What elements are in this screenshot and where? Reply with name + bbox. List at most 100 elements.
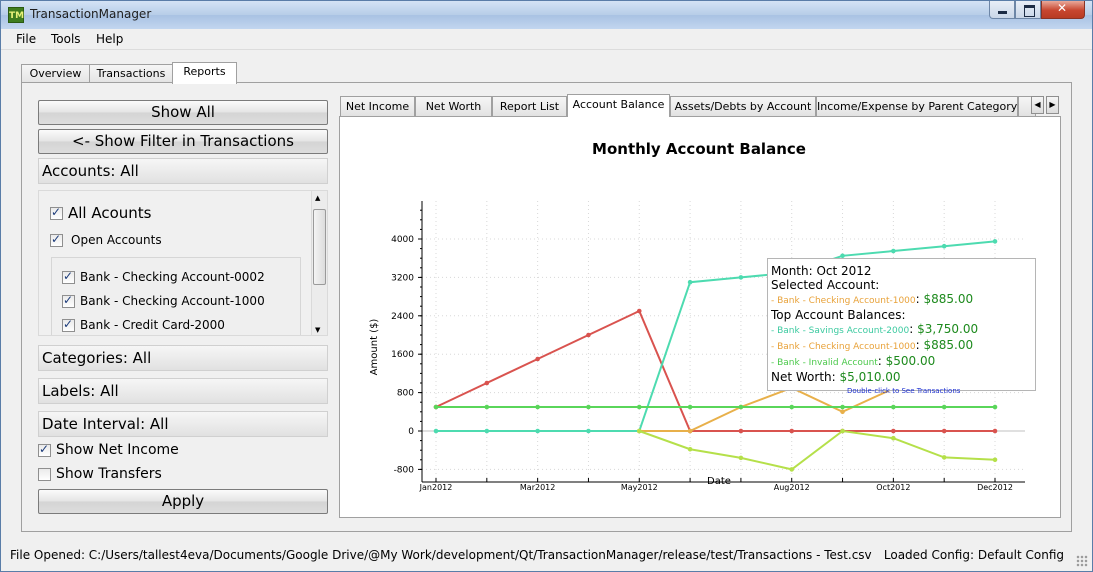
- all-accounts-checkbox[interactable]: [50, 205, 63, 220]
- data-point[interactable]: [941, 404, 947, 410]
- data-point[interactable]: [636, 428, 642, 434]
- y-tick-label: 2400: [391, 312, 414, 322]
- tab-report-list[interactable]: Report List: [492, 96, 567, 116]
- y-tick-label: 1600: [391, 350, 414, 360]
- data-point[interactable]: [586, 332, 591, 338]
- data-point[interactable]: [535, 404, 540, 410]
- data-point[interactable]: [636, 404, 642, 410]
- apply-button[interactable]: Apply: [38, 489, 328, 514]
- tab-reports[interactable]: Reports: [172, 62, 237, 84]
- tab-income-expense[interactable]: Income/Expense by Parent Category: [816, 96, 1018, 116]
- show-net-income-label: Show Net Income: [56, 442, 179, 458]
- tab-account-balance[interactable]: Account Balance: [567, 94, 670, 117]
- data-point[interactable]: [789, 404, 795, 410]
- account-sublist: Bank - Checking Account-0002 Bank - Chec…: [51, 257, 301, 335]
- data-point[interactable]: [789, 428, 795, 434]
- data-point[interactable]: [891, 428, 896, 434]
- title-bar[interactable]: TM TransactionManager: [1, 1, 1092, 29]
- tooltip-net-worth-label: Net Worth:: [771, 370, 840, 384]
- data-point[interactable]: [992, 404, 998, 410]
- data-point[interactable]: [840, 428, 845, 434]
- data-point[interactable]: [586, 428, 591, 434]
- tab-assets-debts[interactable]: Assets/Debts by Account: [670, 96, 816, 116]
- account-checkbox[interactable]: [62, 269, 75, 284]
- show-filter-button[interactable]: <- Show Filter in Transactions: [38, 129, 328, 154]
- data-point[interactable]: [738, 404, 744, 410]
- open-accounts-checkbox[interactable]: [50, 232, 63, 247]
- data-point[interactable]: [687, 428, 693, 434]
- data-point[interactable]: [992, 239, 998, 244]
- maximize-button[interactable]: [1015, 1, 1041, 19]
- date-interval-section-header[interactable]: Date Interval: All: [38, 411, 328, 437]
- data-point[interactable]: [535, 356, 540, 362]
- menu-tools[interactable]: Tools: [51, 32, 81, 46]
- data-point[interactable]: [687, 279, 693, 285]
- show-all-button[interactable]: Show All: [38, 100, 328, 125]
- tooltip-selected-value: $885.00: [923, 292, 974, 306]
- menu-help[interactable]: Help: [96, 32, 123, 46]
- account-item-label: Bank - Checking Account-1000: [80, 294, 265, 308]
- series-line[interactable]: [638, 429, 996, 471]
- accounts-scrollbar[interactable]: ▲ ▼: [311, 191, 327, 335]
- close-button[interactable]: [1041, 1, 1085, 19]
- tab-transactions[interactable]: Transactions: [89, 64, 173, 83]
- chart-tooltip: Month: Oct 2012 Selected Account: - Bank…: [767, 258, 1036, 395]
- tab-net-worth[interactable]: Net Worth: [415, 96, 492, 116]
- tab-net-income[interactable]: Net Income: [340, 96, 415, 116]
- data-point[interactable]: [484, 428, 490, 434]
- data-point[interactable]: [891, 404, 896, 410]
- menu-file[interactable]: File: [16, 32, 36, 46]
- y-tick-label: 3200: [391, 273, 414, 283]
- data-point[interactable]: [840, 409, 845, 415]
- data-point[interactable]: [433, 404, 439, 410]
- data-point[interactable]: [891, 248, 896, 254]
- data-point[interactable]: [535, 428, 540, 434]
- data-point[interactable]: [687, 446, 693, 452]
- account-checkbox[interactable]: [62, 317, 75, 332]
- data-point[interactable]: [738, 455, 744, 461]
- resize-grip-icon[interactable]: [1076, 555, 1088, 567]
- data-point[interactable]: [891, 435, 896, 441]
- data-point[interactable]: [941, 455, 947, 460]
- scroll-down-icon[interactable]: ▼: [315, 326, 320, 334]
- data-point[interactable]: [586, 404, 591, 410]
- accounts-list[interactable]: All Acounts Open Accounts Bank - Checkin…: [38, 190, 328, 336]
- data-point[interactable]: [636, 308, 642, 314]
- scroll-thumb[interactable]: [313, 209, 326, 285]
- chart-area[interactable]: Monthly Account Balance -800 0 800 1600 2400…: [339, 116, 1061, 518]
- categories-section-header[interactable]: Categories: All: [38, 345, 328, 371]
- data-point[interactable]: [687, 404, 693, 410]
- chart-title: Monthly Account Balance: [592, 140, 806, 158]
- show-transfers-checkbox[interactable]: [38, 468, 51, 481]
- data-point[interactable]: [941, 428, 947, 434]
- account-item-label: Bank - Credit Card-2000: [80, 318, 225, 332]
- data-point[interactable]: [941, 243, 947, 249]
- y-tick-label: 0: [408, 427, 414, 437]
- account-checkbox[interactable]: [62, 293, 75, 308]
- scroll-up-icon[interactable]: ▲: [315, 194, 320, 202]
- data-point[interactable]: [738, 275, 744, 280]
- tab-scroll-left-icon[interactable]: ◀: [1031, 96, 1044, 114]
- data-point[interactable]: [738, 428, 744, 434]
- data-point[interactable]: [433, 428, 439, 434]
- show-net-income-checkbox[interactable]: [38, 442, 51, 457]
- data-point[interactable]: [484, 380, 490, 386]
- tooltip-top-account: - Bank - Invalid Account: [771, 358, 878, 368]
- labels-section-header[interactable]: Labels: All: [38, 378, 328, 404]
- tab-scroll-right-icon[interactable]: ▶: [1046, 96, 1059, 114]
- data-point[interactable]: [484, 404, 490, 410]
- data-point[interactable]: [789, 467, 795, 472]
- window-title: TransactionManager: [30, 7, 152, 21]
- tooltip-top-header: Top Account Balances:: [771, 308, 906, 322]
- x-tick-label: May2012: [621, 483, 658, 492]
- status-file-path: File Opened: C:/Users/tallest4eva/Docume…: [10, 548, 872, 562]
- minimize-button[interactable]: [989, 1, 1015, 19]
- data-point[interactable]: [992, 457, 998, 463]
- y-tick-label: 4000: [391, 235, 414, 245]
- tooltip-month: Month: Oct 2012: [771, 264, 872, 278]
- data-point[interactable]: [840, 404, 845, 410]
- accounts-section-header[interactable]: Accounts: All: [38, 158, 328, 184]
- tooltip-top-account: - Bank - Checking Account-1000: [771, 342, 916, 352]
- tab-overview[interactable]: Overview: [21, 64, 90, 83]
- data-point[interactable]: [992, 428, 998, 434]
